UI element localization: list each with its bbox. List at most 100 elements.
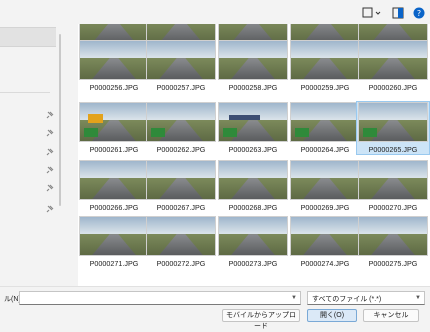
thumbnail-sky (219, 161, 287, 179)
file-name: P0000265.JPG (368, 145, 418, 154)
file-name: P0000259.JPG (300, 83, 350, 92)
file-name: P0000257.JPG (156, 83, 206, 92)
file-tile[interactable]: P0000257.JPG (145, 40, 217, 92)
image-thumbnail (146, 40, 216, 80)
thumbnail-sign (151, 128, 165, 137)
file-tile[interactable]: P0000258.JPG (217, 40, 289, 92)
thumbnail-sign (363, 128, 377, 137)
file-tile[interactable]: P0000261.JPG (78, 102, 150, 154)
thumbnail-building (229, 115, 260, 121)
image-thumbnail (290, 40, 360, 80)
preview-pane-icon[interactable] (391, 6, 405, 20)
file-name: P0000272.JPG (156, 259, 206, 268)
pin-icon[interactable] (46, 184, 54, 192)
mobile-upload-button[interactable]: モバイルからアップロード (222, 309, 300, 330)
thumbnail-sign (295, 128, 309, 137)
navigation-pane (0, 24, 62, 286)
footer-bar: ル(N): ▼ すべてのファイル (*.*) ▼ モバイルからアップロード 開く… (0, 286, 430, 330)
thumbnail-sign (84, 128, 98, 137)
file-name: P0000263.JPG (228, 145, 278, 154)
image-thumbnail (218, 216, 288, 256)
pin-icon[interactable] (46, 205, 54, 213)
file-tile[interactable]: P0000264.JPG (289, 102, 361, 154)
file-tile[interactable]: P0000273.JPG (217, 216, 289, 268)
thumbnail-sky (291, 161, 359, 179)
file-name: P0000262.JPG (156, 145, 206, 154)
thumbnail-sky (359, 41, 427, 59)
image-thumbnail (146, 160, 216, 200)
image-thumbnail (146, 216, 216, 256)
file-name: P0000273.JPG (228, 259, 278, 268)
thumbnail-sky (147, 103, 215, 121)
file-name: P0000271.JPG (89, 259, 139, 268)
pin-icon[interactable] (46, 166, 54, 174)
thumbnail-sky (291, 217, 359, 235)
thumbnail-sky (80, 41, 148, 59)
thumbnail-sky (359, 217, 427, 235)
chevron-down-icon[interactable]: ▼ (415, 295, 421, 301)
image-thumbnail (79, 160, 149, 200)
file-tile[interactable]: P0000274.JPG (289, 216, 361, 268)
open-button[interactable]: 開く(O) (307, 309, 357, 322)
image-thumbnail (79, 102, 149, 142)
file-name: P0000269.JPG (300, 203, 350, 212)
file-tile[interactable]: P0000256.JPG (78, 40, 150, 92)
file-tile[interactable]: P0000269.JPG (289, 160, 361, 212)
image-thumbnail (218, 40, 288, 80)
file-tile[interactable]: P0000265.JPG (356, 101, 430, 155)
thumbnail-sky (80, 217, 148, 235)
file-tile[interactable]: P0000267.JPG (145, 160, 217, 212)
thumbnail-sky (291, 41, 359, 59)
file-tile[interactable]: P0000263.JPG (217, 102, 289, 154)
cancel-button[interactable]: キャンセル (363, 309, 419, 322)
image-thumbnail (79, 216, 149, 256)
file-name: P0000258.JPG (228, 83, 278, 92)
file-name: P0000268.JPG (228, 203, 278, 212)
thumbnail-sky (219, 41, 287, 59)
view-mode-icon[interactable] (362, 6, 382, 20)
file-tile[interactable]: P0000271.JPG (78, 216, 150, 268)
file-tile[interactable]: P0000266.JPG (78, 160, 150, 212)
chevron-down-icon[interactable]: ▼ (291, 295, 297, 301)
pin-icon[interactable] (46, 148, 54, 156)
file-name: P0000267.JPG (156, 203, 206, 212)
pin-icon[interactable] (46, 129, 54, 137)
nav-item-selected[interactable] (0, 27, 56, 47)
nav-divider (0, 92, 50, 93)
image-thumbnail (218, 160, 288, 200)
file-name: P0000264.JPG (300, 145, 350, 154)
thumbnail-sky (147, 217, 215, 235)
image-thumbnail (358, 40, 428, 80)
svg-text:?: ? (417, 9, 421, 18)
file-name: P0000260.JPG (368, 83, 418, 92)
image-thumbnail (146, 102, 216, 142)
help-icon[interactable]: ? (412, 6, 426, 20)
image-thumbnail (358, 102, 428, 142)
filetype-value: すべてのファイル (*.*) (312, 296, 382, 303)
file-name: P0000266.JPG (89, 203, 139, 212)
image-thumbnail (290, 102, 360, 142)
file-grid: P0000251.JPGP0000252.JPGP0000253.JPGP000… (78, 24, 430, 286)
thumbnail-sign (223, 128, 237, 137)
toolbar: ? (0, 0, 430, 24)
pin-icon[interactable] (46, 111, 54, 119)
file-tile[interactable]: P0000275.JPG (357, 216, 429, 268)
file-name: P0000256.JPG (89, 83, 139, 92)
file-tile[interactable]: P0000270.JPG (357, 160, 429, 212)
file-tile[interactable]: P0000259.JPG (289, 40, 361, 92)
file-name: P0000261.JPG (89, 145, 139, 154)
file-name: P0000274.JPG (300, 259, 350, 268)
file-tile[interactable]: P0000262.JPG (145, 102, 217, 154)
thumbnail-sky (359, 103, 427, 121)
filetype-select[interactable]: すべてのファイル (*.*) ▼ (307, 291, 425, 305)
file-tile[interactable]: P0000260.JPG (357, 40, 429, 92)
image-thumbnail (290, 160, 360, 200)
thumbnail-sky (291, 103, 359, 121)
file-tile[interactable]: P0000272.JPG (145, 216, 217, 268)
filename-input[interactable]: ▼ (19, 291, 301, 305)
thumbnail-sky (80, 161, 148, 179)
thumbnail-sky (147, 161, 215, 179)
nav-scrollbar[interactable] (59, 34, 61, 206)
file-tile[interactable]: P0000268.JPG (217, 160, 289, 212)
file-name: P0000275.JPG (368, 259, 418, 268)
